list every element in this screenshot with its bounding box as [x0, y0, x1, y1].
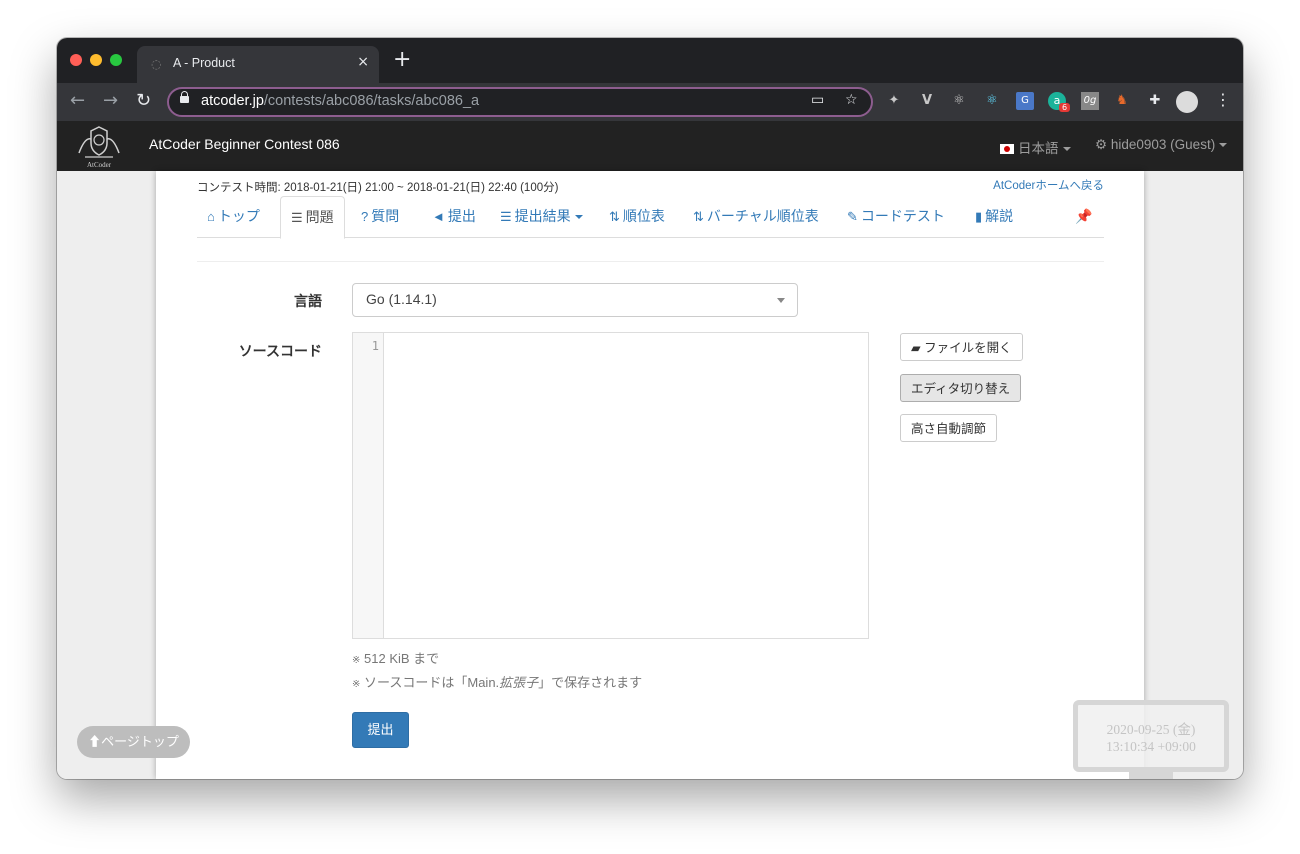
url-text[interactable]: atcoder.jp/contests/abc086/tasks/abc086_…	[201, 93, 479, 109]
contest-nav-tabs: ⌂ トップ ☰ 問題 ? 質問 ◄ 提出 ☰ 提出結果 ⇅ 順位表 ⇅ バーチャル順位表 ✎ コ…	[197, 196, 1104, 239]
caret-down-icon	[1062, 147, 1071, 152]
address-bar[interactable]: atcoder.jp/contests/abc086/tasks/abc086_…	[167, 87, 873, 117]
source-code-label: ソースコード	[238, 343, 322, 359]
cast-icon[interactable]: ▭	[811, 92, 824, 108]
lock-icon	[180, 91, 189, 103]
submit-button[interactable]: 提出	[352, 712, 409, 748]
sort-icon: ⇅	[609, 209, 620, 224]
tab-tasks[interactable]: ☰ 問題	[280, 196, 345, 239]
language-select[interactable]: Go (1.14.1)	[352, 283, 798, 317]
language-select-value: Go (1.14.1)	[366, 291, 437, 307]
tab-clarifications[interactable]: ? 質問	[361, 196, 399, 236]
browser-window: ◌ A - Product × + ← → ↻ atcoder.jp/conte…	[57, 38, 1243, 779]
forward-arrow-icon[interactable]: →	[103, 90, 118, 112]
arrow-up-icon: ⬆	[88, 734, 102, 749]
atcoder-logo[interactable]: AtCoder	[71, 123, 127, 169]
browser-menu-icon[interactable]: ⋮	[1215, 90, 1231, 109]
tab-top[interactable]: ⌂ トップ	[207, 196, 260, 236]
sort-icon: ⇅	[693, 209, 704, 224]
new-tab-button[interactable]: +	[393, 49, 411, 71]
language-label: 言語	[294, 293, 322, 309]
toggle-editor-button[interactable]: エディタ切り替え	[900, 374, 1022, 402]
page-top-button[interactable]: ⬆ページトップ	[77, 726, 190, 758]
vue-extension-icon[interactable]: V	[918, 92, 936, 110]
filename-note: ※ ソースコードは「Main.拡張子」で保存されます	[352, 675, 643, 690]
browser-toolbar: ← → ↻ atcoder.jp/contests/abc086/tasks/a…	[57, 83, 1243, 121]
chevron-down-icon	[777, 298, 785, 303]
auto-height-button[interactable]: 高さ自動調節	[900, 414, 998, 442]
minimize-window-button[interactable]	[90, 54, 102, 66]
japan-flag-icon	[1000, 144, 1014, 154]
tab-strip: ◌ A - Product × +	[57, 38, 1243, 83]
favicon-icon: ◌	[151, 57, 162, 71]
react-extension-icon[interactable]: ⚛	[950, 92, 968, 110]
translate-extension-icon[interactable]: G	[1016, 92, 1034, 110]
main-container: コンテスト時間: 2018-01-21(日) 21:00 ~ 2018-01-2…	[156, 171, 1144, 779]
line-number: 1	[371, 339, 379, 353]
open-file-button[interactable]: ▰ ファイルを開く	[900, 333, 1023, 361]
tab-editorial[interactable]: ▮ 解説	[975, 196, 1013, 236]
divider	[197, 261, 1104, 262]
caret-down-icon	[1219, 143, 1228, 148]
puzzle-extensions-icon[interactable]: ✚	[1146, 92, 1164, 110]
book-icon: ▮	[975, 209, 983, 224]
clock-date: 2020-09-25 (金)	[1106, 722, 1196, 737]
reload-icon[interactable]: ↻	[136, 90, 151, 112]
gear-icon: ⚙	[1095, 137, 1108, 152]
atcoder-home-link[interactable]: AtCoderホームへ戻る	[993, 177, 1104, 193]
tab-virtual-standings[interactable]: ⇅ バーチャル順位表	[693, 196, 819, 236]
list-icon: ☰	[500, 209, 512, 224]
rabbit-extension-icon[interactable]: ♞	[1113, 92, 1131, 110]
extension-badge: 6	[1059, 103, 1071, 112]
folder-open-icon: ▰	[911, 341, 921, 355]
contest-title[interactable]: AtCoder Beginner Contest 086	[149, 136, 340, 152]
react-devtools-icon[interactable]: ⚛	[983, 92, 1001, 110]
clock-time: 13:10:34 +09:00	[1106, 739, 1196, 754]
tab-custom-test[interactable]: ✎ コードテスト	[847, 196, 945, 236]
wrench-icon: ✎	[847, 209, 858, 224]
clock-stand	[1129, 772, 1173, 779]
zoom-window-button[interactable]	[110, 54, 122, 66]
tab-submit[interactable]: ◄ 提出	[432, 196, 476, 236]
tab-standings[interactable]: ⇅ 順位表	[609, 196, 665, 236]
question-icon: ?	[361, 209, 369, 224]
user-dropdown[interactable]: ⚙ hide0903 (Guest)	[1095, 137, 1228, 153]
size-limit-note: ※ 512 KiB まで	[352, 651, 440, 666]
code-editor[interactable]: 1	[352, 332, 869, 639]
close-window-button[interactable]	[70, 54, 82, 66]
tab-submissions[interactable]: ☰ 提出結果	[500, 196, 583, 236]
clock-widget: 2020-09-25 (金) 13:10:34 +09:00	[1073, 700, 1229, 772]
back-arrow-icon[interactable]: ←	[70, 90, 85, 112]
site-navbar: AtCoder AtCoder Beginner Contest 086 日本語…	[57, 121, 1243, 171]
profile-avatar[interactable]	[1176, 91, 1198, 113]
browser-tab[interactable]: ◌ A - Product ×	[137, 46, 379, 83]
language-dropdown[interactable]: 日本語	[1000, 137, 1071, 157]
bookmark-star-icon[interactable]: ☆	[845, 92, 858, 108]
tab-title: A - Product	[173, 56, 235, 70]
tasks-icon: ☰	[291, 210, 303, 225]
svg-text:AtCoder: AtCoder	[87, 161, 112, 169]
send-icon: ◄	[432, 209, 445, 224]
tab-close-icon[interactable]: ×	[357, 54, 369, 70]
caret-down-icon	[574, 215, 583, 220]
home-icon: ⌂	[207, 209, 215, 224]
pin-icon[interactable]: 📌	[1075, 196, 1092, 236]
twitter-extension-icon[interactable]: ✦	[885, 92, 903, 110]
og-extension-icon[interactable]: 0g	[1081, 92, 1099, 110]
contest-time: コンテスト時間: 2018-01-21(日) 21:00 ~ 2018-01-2…	[197, 182, 559, 194]
line-number-gutter: 1	[353, 333, 384, 638]
